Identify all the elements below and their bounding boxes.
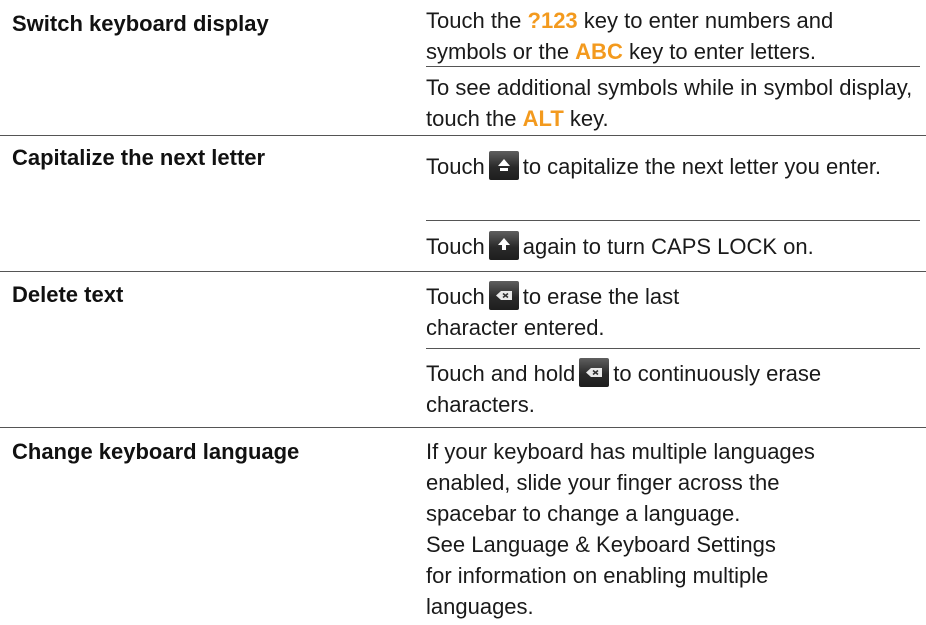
description-text: Touch <box>426 154 485 179</box>
key-name-alt: ALT <box>522 106 564 131</box>
description-paragraph: Touch and hold to continuously erase char… <box>426 358 916 420</box>
description-text: to capitalize the next letter you enter. <box>522 154 882 179</box>
keyboard-tips-table: Switch keyboard display Touch the ?123 k… <box>0 0 926 625</box>
description-paragraph: Touch to erase the last character entered… <box>426 281 916 343</box>
table-row: Switch keyboard display Touch the ?123 k… <box>0 0 926 136</box>
table-row: Capitalize the next letter Touch to capit… <box>0 136 926 272</box>
shift-key-icon <box>488 151 519 180</box>
divider <box>426 66 920 67</box>
description-text: Touch the <box>426 8 528 33</box>
key-name-abc: ABC <box>575 39 623 64</box>
description-text: Touch and hold <box>426 361 576 386</box>
key-name-123: ?123 <box>527 8 578 33</box>
divider <box>426 220 920 221</box>
table-row: Change keyboard language If your keyboar… <box>0 428 926 625</box>
shift-key-active-icon <box>488 231 519 260</box>
description-paragraph: To see additional symbols while in symbo… <box>426 72 916 134</box>
task-label: Capitalize the next letter <box>12 145 266 170</box>
description-paragraph: Touch again to turn CAPS LOCK on. <box>426 231 916 262</box>
description-line: languages. <box>426 594 534 619</box>
task-label: Change keyboard language <box>12 439 300 464</box>
description-text: To see additional symbols while in symbo… <box>426 75 913 131</box>
description-paragraph: If your keyboard has multiple languages … <box>426 436 916 622</box>
description-line: for information on enabling multiple <box>426 563 769 588</box>
delete-key-icon <box>488 281 519 310</box>
task-label: Delete text <box>12 282 124 307</box>
table-row: Delete text Touch to erase the last chara… <box>0 272 926 428</box>
description-text: Touch <box>426 234 485 259</box>
description-line: spacebar to change a language. <box>426 501 741 526</box>
description-text: again to turn CAPS LOCK on. <box>522 234 814 259</box>
description-text: Touch <box>426 284 485 309</box>
description-paragraph: Touch the ?123 key to enter numbers and … <box>426 5 916 67</box>
description-text: to erase the last <box>522 284 680 309</box>
description-text: key to enter letters. <box>622 39 817 64</box>
description-paragraph: Touch to capitalize the next letter you e… <box>426 151 916 182</box>
description-line: enabled, slide your finger across the <box>426 470 780 495</box>
divider <box>426 348 920 349</box>
description-line: See Language & Keyboard Settings <box>426 532 776 557</box>
delete-key-icon <box>579 358 610 387</box>
description-line: If your keyboard has multiple languages <box>426 439 815 464</box>
description-text: key. <box>563 106 609 131</box>
task-label: Switch keyboard display <box>12 11 269 36</box>
description-text: character entered. <box>426 315 605 340</box>
